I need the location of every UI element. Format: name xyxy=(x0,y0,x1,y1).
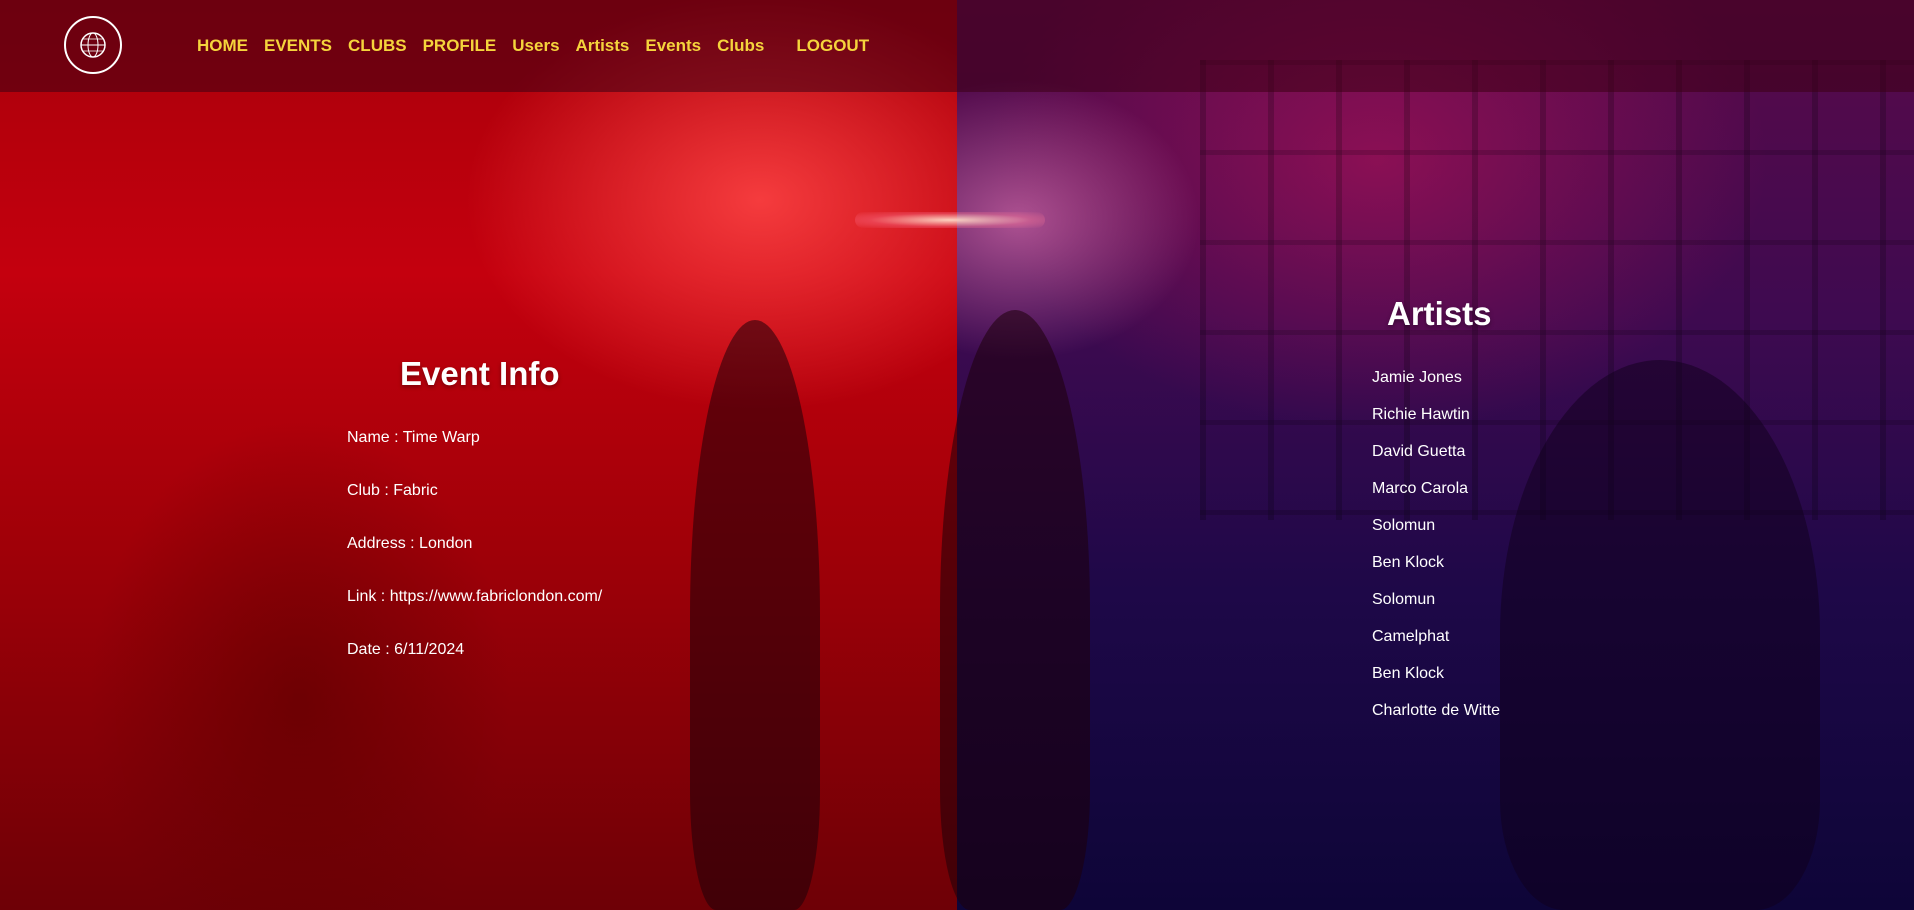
event-name-row: Name : Time Warp xyxy=(347,429,480,446)
artist-list-item: Charlotte de Witte xyxy=(1372,702,1501,719)
artist-list-item: Marco Carola xyxy=(1372,480,1469,497)
artist-list-item: Jamie Jones xyxy=(1372,369,1462,386)
event-name-label: Name xyxy=(347,429,390,446)
artist-list-item: Richie Hawtin xyxy=(1372,406,1470,423)
nav-link-clubs-admin[interactable]: Clubs xyxy=(717,36,764,56)
background-crowd-silhouette xyxy=(1500,360,1820,910)
nav-link-home[interactable]: HOME xyxy=(197,36,248,56)
artist-list-item: Camelphat xyxy=(1372,628,1450,645)
event-address-label: Address xyxy=(347,535,406,552)
artist-list-item: Ben Klock xyxy=(1372,554,1445,571)
artists-list: Jamie Jones Richie Hawtin David Guetta M… xyxy=(1372,368,1500,738)
site-logo[interactable] xyxy=(64,16,122,74)
event-info-list: Name : Time Warp Club : Fabric Address :… xyxy=(347,428,602,693)
globe-logo-icon xyxy=(80,32,106,58)
event-link-value: https://www.fabriclondon.com/ xyxy=(389,588,603,605)
event-link-label: Link xyxy=(347,588,377,605)
nav-links: HOME EVENTS CLUBS PROFILE Users Artists … xyxy=(197,36,885,56)
event-date-value: 6/11/2024 xyxy=(394,641,465,658)
logout-link[interactable]: LOGOUT xyxy=(796,36,869,56)
nav-link-users[interactable]: Users xyxy=(512,36,559,56)
event-address-value: London xyxy=(419,535,473,552)
artist-list-item: David Guetta xyxy=(1372,443,1466,460)
event-link-row: Link : https://www.fabriclondon.com/ xyxy=(347,588,603,605)
background-crowd-silhouette xyxy=(690,320,820,910)
event-club-row: Club : Fabric xyxy=(347,482,438,499)
event-date-label: Date xyxy=(347,641,381,658)
event-address-row: Address : London xyxy=(347,535,473,552)
nav-link-profile[interactable]: PROFILE xyxy=(423,36,497,56)
nav-link-artists[interactable]: Artists xyxy=(576,36,630,56)
event-date-row: Date : 6/11/2024 xyxy=(347,641,465,658)
nav-link-clubs[interactable]: CLUBS xyxy=(348,36,407,56)
event-club-label: Club xyxy=(347,482,380,499)
background-ceiling-lights xyxy=(855,212,1045,228)
artists-title: Artists xyxy=(1387,295,1492,332)
background-crowd-silhouette xyxy=(940,310,1090,910)
top-navbar: HOME EVENTS CLUBS PROFILE Users Artists … xyxy=(0,0,1914,92)
nav-link-events[interactable]: EVENTS xyxy=(264,36,332,56)
nav-link-events-admin[interactable]: Events xyxy=(645,36,701,56)
artist-list-item: Solomun xyxy=(1372,591,1436,608)
artist-list-item: Ben Klock xyxy=(1372,665,1445,682)
event-club-value: Fabric xyxy=(393,482,438,499)
event-name-value: Time Warp xyxy=(402,429,480,446)
artist-list-item: Solomun xyxy=(1372,517,1436,534)
event-info-title: Event Info xyxy=(400,355,560,392)
